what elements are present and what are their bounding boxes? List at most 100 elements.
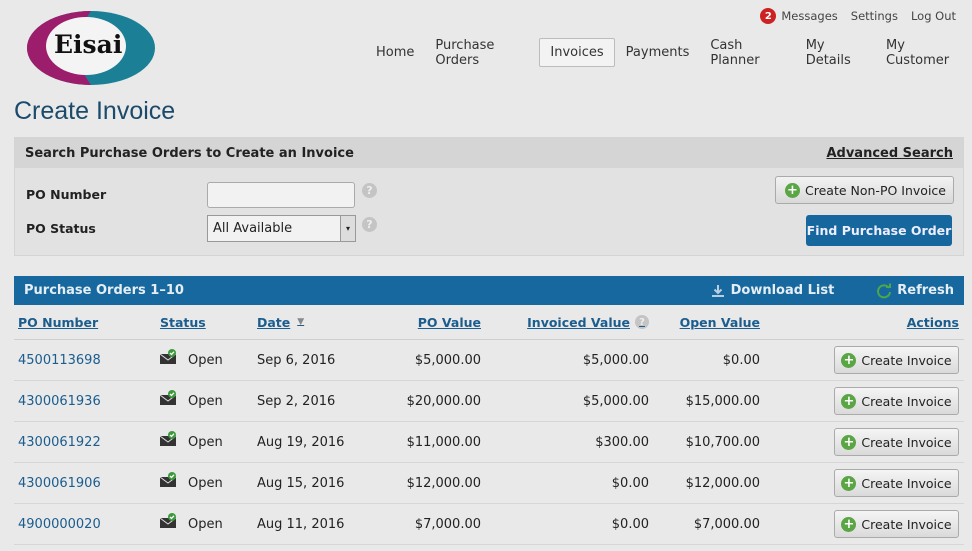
po-value-cell: $11,000.00	[406, 434, 481, 450]
download-icon	[711, 284, 724, 297]
date-cell: Sep 6, 2016	[257, 352, 336, 368]
messages-link[interactable]: Messages	[781, 9, 837, 23]
plus-circle-icon: +	[841, 475, 857, 491]
invoiced-value-cell: $5,000.00	[582, 393, 649, 409]
table-row: 4300061936 Open Sep 2, 2016 $20,000.00 $…	[14, 381, 964, 422]
table-header-row: PO Number Status Date ▼ PO Value Invoice…	[14, 305, 964, 340]
plus-circle-icon: +	[841, 516, 857, 532]
column-header-status[interactable]: Status	[160, 305, 206, 339]
open-envelope-check-icon	[160, 431, 177, 446]
status-cell: Open	[160, 504, 223, 544]
column-header-date[interactable]: Date ▼	[257, 305, 304, 339]
po-number-link[interactable]: 4500113698	[18, 340, 101, 380]
po-number-link[interactable]: 4900000020	[18, 504, 101, 544]
po-value-cell: $12,000.00	[406, 475, 481, 491]
actions-cell: + Create Invoice	[834, 504, 959, 544]
po-number-link[interactable]: 4300061922	[18, 422, 101, 462]
download-list-button[interactable]: Download List	[711, 283, 834, 298]
po-value-cell: $20,000.00	[406, 393, 481, 409]
table-row: 4900000020 Open Aug 11, 2016 $7,000.00 $…	[14, 504, 964, 545]
table-row: 4300061922 Open Aug 19, 2016 $11,000.00 …	[14, 422, 964, 463]
date-cell: Aug 15, 2016	[257, 475, 345, 491]
create-invoice-label: Create Invoice	[861, 352, 952, 368]
date-cell: Aug 19, 2016	[257, 434, 345, 450]
invoiced-value-cell: $0.00	[611, 516, 649, 532]
create-invoice-button[interactable]: + Create Invoice	[834, 469, 959, 497]
settings-link[interactable]: Settings	[851, 9, 898, 23]
refresh-button[interactable]: Refresh	[876, 283, 954, 299]
help-icon[interactable]: ?	[635, 315, 649, 329]
refresh-icon	[877, 283, 892, 298]
open-value-cell: $7,000.00	[693, 516, 760, 532]
create-invoice-label: Create Invoice	[861, 393, 952, 409]
create-invoice-button[interactable]: + Create Invoice	[834, 510, 959, 538]
status-text: Open	[188, 393, 223, 409]
column-header-po-number[interactable]: PO Number	[18, 305, 98, 339]
status-cell: Open	[160, 463, 223, 503]
logo-text: Eisai	[54, 30, 123, 59]
status-text: Open	[188, 434, 223, 450]
date-cell: Sep 2, 2016	[257, 393, 336, 409]
status-cell: Open	[160, 422, 223, 462]
status-cell: Open	[160, 340, 223, 380]
nav-my-customer[interactable]: My Customer	[876, 38, 971, 68]
open-envelope-check-icon	[160, 513, 177, 528]
nav-invoices[interactable]: Invoices	[539, 38, 615, 67]
po-number-label: PO Number	[26, 187, 107, 202]
logout-link[interactable]: Log Out	[911, 9, 956, 23]
invoiced-value-cell: $300.00	[595, 434, 649, 450]
create-invoice-button[interactable]: + Create Invoice	[834, 387, 959, 415]
po-status-label: PO Status	[26, 221, 96, 236]
column-header-date-label: Date	[257, 314, 291, 330]
plus-circle-icon: +	[841, 393, 857, 409]
po-number-link[interactable]: 4300061936	[18, 381, 101, 421]
nav-purchase-orders[interactable]: Purchase Orders	[425, 38, 538, 68]
po-status-select[interactable]: All Available ▾	[207, 215, 356, 242]
column-header-open-value[interactable]: Open Value	[680, 305, 760, 339]
main-nav: Home Purchase Orders Invoices Payments C…	[366, 38, 972, 68]
po-number-link[interactable]: 4300061906	[18, 463, 101, 503]
open-value-cell: $10,700.00	[685, 434, 760, 450]
status-text: Open	[188, 516, 223, 532]
create-non-po-invoice-button[interactable]: + Create Non-PO Invoice	[775, 176, 954, 204]
nav-home[interactable]: Home	[366, 39, 424, 66]
create-non-po-invoice-label: Create Non-PO Invoice	[805, 182, 946, 198]
po-number-input[interactable]	[207, 182, 355, 208]
search-panel-header: Search Purchase Orders to Create an Invo…	[15, 138, 963, 168]
help-icon[interactable]: ?	[362, 183, 377, 198]
advanced-search-link[interactable]: Advanced Search	[826, 146, 953, 161]
create-invoice-button[interactable]: + Create Invoice	[834, 428, 959, 456]
dropdown-arrow-icon: ▾	[340, 216, 355, 241]
actions-cell: + Create Invoice	[834, 463, 959, 503]
plus-circle-icon: +	[841, 352, 857, 368]
eisai-logo[interactable]: Eisai	[26, 9, 156, 87]
sort-descending-icon: ▼	[297, 317, 305, 327]
open-envelope-check-icon	[160, 349, 177, 364]
open-value-cell: $0.00	[722, 352, 760, 368]
table-row: 4500113698 Open Sep 6, 2016 $5,000.00 $5…	[14, 340, 964, 381]
create-invoice-button[interactable]: + Create Invoice	[834, 346, 959, 374]
status-cell: Open	[160, 381, 223, 421]
nav-cash-planner[interactable]: Cash Planner	[700, 38, 794, 68]
create-invoice-label: Create Invoice	[861, 434, 952, 450]
actions-cell: + Create Invoice	[834, 340, 959, 380]
page-title: Create Invoice	[14, 97, 176, 125]
column-header-invoiced-value[interactable]: Invoiced Value ?	[527, 305, 649, 339]
column-header-actions[interactable]: Actions	[907, 305, 959, 339]
invoiced-value-cell: $0.00	[611, 475, 649, 491]
open-value-cell: $15,000.00	[685, 393, 760, 409]
messages-count-badge[interactable]: 2	[760, 8, 777, 24]
actions-cell: + Create Invoice	[834, 381, 959, 421]
create-invoice-label: Create Invoice	[861, 475, 952, 491]
column-header-po-value[interactable]: PO Value	[418, 305, 481, 339]
nav-payments[interactable]: Payments	[616, 39, 700, 66]
page: Eisai 2 Messages Settings Log Out Home P…	[0, 0, 972, 551]
open-envelope-check-icon	[160, 472, 177, 487]
purchase-orders-table: PO Number Status Date ▼ PO Value Invoice…	[14, 305, 964, 545]
nav-my-details[interactable]: My Details	[796, 38, 875, 68]
help-icon[interactable]: ?	[362, 217, 377, 232]
plus-circle-icon: +	[841, 434, 857, 450]
search-panel: Search Purchase Orders to Create an Invo…	[14, 137, 964, 256]
find-purchase-order-button[interactable]: Find Purchase Order	[806, 215, 952, 246]
open-value-cell: $12,000.00	[685, 475, 760, 491]
